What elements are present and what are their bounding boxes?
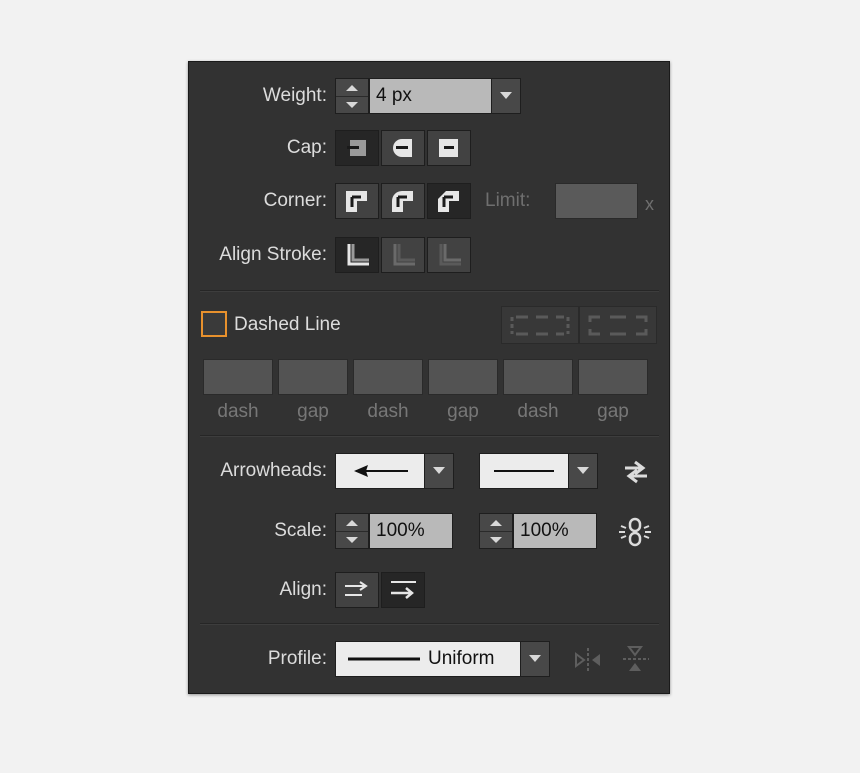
butt-cap-icon	[347, 140, 366, 156]
arrow-place-button[interactable]	[381, 572, 425, 608]
end-arrowhead-dropdown[interactable]	[568, 453, 598, 489]
gap-input-3[interactable]	[578, 359, 648, 395]
profile-value: Uniform	[428, 648, 495, 669]
limit-input[interactable]	[555, 183, 638, 219]
align-label: Align:	[279, 579, 327, 600]
align-stroke-inside-button[interactable]	[381, 237, 425, 273]
stroke-panel: Weight: 4 px Cap: Corner: Limit: x Align…	[188, 61, 670, 694]
dash-input-2[interactable]	[353, 359, 423, 395]
scale-label: Scale:	[274, 520, 327, 541]
dash-align-corners-icon	[588, 315, 648, 336]
spinner-down-icon[interactable]	[480, 532, 512, 549]
arrow-place-icon	[391, 581, 416, 599]
limit-suffix: x	[645, 194, 654, 214]
spinner-up-icon[interactable]	[336, 79, 368, 97]
weight-spinner[interactable]	[335, 78, 369, 114]
round-cap-button[interactable]	[381, 130, 425, 166]
miter-join-icon	[346, 191, 367, 212]
separator	[200, 290, 659, 292]
chevron-down-icon	[433, 467, 445, 474]
uniform-profile-line-icon	[348, 657, 420, 661]
flip-vertical-icon[interactable]	[621, 644, 651, 674]
dash-align-corners-button[interactable]	[579, 306, 657, 344]
spinner-up-icon[interactable]	[480, 514, 512, 532]
round-cap-icon	[393, 139, 412, 157]
spinner-down-icon[interactable]	[336, 97, 368, 114]
arrowheads-label: Arrowheads:	[220, 460, 327, 481]
profile-select[interactable]: Uniform	[335, 641, 521, 677]
swap-arrowheads-icon[interactable]	[621, 460, 651, 484]
corner-label: Corner:	[263, 190, 327, 211]
gap-label-1: gap	[297, 401, 329, 422]
start-arrowhead-select[interactable]	[335, 453, 425, 489]
projecting-cap-button[interactable]	[427, 130, 471, 166]
align-inside-icon	[393, 244, 415, 266]
profile-label: Profile:	[267, 648, 327, 669]
cap-label: Cap:	[286, 137, 327, 158]
weight-label: Weight:	[262, 85, 327, 106]
separator	[200, 435, 659, 437]
gap-label-3: gap	[597, 401, 629, 422]
gap-label-2: gap	[447, 401, 479, 422]
projecting-cap-icon	[439, 139, 458, 157]
dash-label-3: dash	[517, 401, 559, 422]
link-scale-icon[interactable]	[617, 515, 653, 549]
bevel-join-icon	[438, 191, 459, 212]
gap-input-2[interactable]	[428, 359, 498, 395]
round-join-icon	[392, 191, 413, 212]
arrow-extend-icon	[345, 581, 368, 596]
flip-horizontal-icon[interactable]	[573, 646, 603, 674]
line-icon	[494, 470, 554, 472]
dash-input-1[interactable]	[203, 359, 273, 395]
start-scale-spinner[interactable]	[335, 513, 369, 549]
profile-dropdown[interactable]	[520, 641, 550, 677]
dash-input-3[interactable]	[503, 359, 573, 395]
chevron-down-icon	[529, 655, 541, 662]
round-join-button[interactable]	[381, 183, 425, 219]
dash-preserve-icon	[510, 315, 570, 336]
chevron-down-icon	[577, 467, 589, 474]
spinner-down-icon[interactable]	[336, 532, 368, 549]
align-stroke-center-button[interactable]	[335, 237, 379, 273]
dashed-line-checkbox[interactable]	[201, 311, 227, 337]
weight-input[interactable]: 4 px	[369, 78, 492, 114]
miter-join-button[interactable]	[335, 183, 379, 219]
butt-cap-button[interactable]	[335, 130, 379, 166]
end-scale-input[interactable]: 100%	[513, 513, 597, 549]
separator	[200, 623, 659, 625]
dash-label-2: dash	[367, 401, 409, 422]
start-arrowhead-dropdown[interactable]	[424, 453, 454, 489]
dashed-line-label: Dashed Line	[234, 314, 341, 335]
spinner-up-icon[interactable]	[336, 514, 368, 532]
dash-preserve-button[interactable]	[501, 306, 579, 344]
align-stroke-label: Align Stroke:	[219, 244, 327, 265]
weight-dropdown-button[interactable]	[491, 78, 521, 114]
arrow-extend-button[interactable]	[335, 572, 379, 608]
dash-label-1: dash	[217, 401, 259, 422]
gap-input-1[interactable]	[278, 359, 348, 395]
align-outside-icon	[439, 244, 461, 266]
arrow-left-icon	[354, 465, 408, 477]
align-center-icon	[347, 244, 369, 266]
chevron-down-icon	[500, 92, 512, 99]
bevel-join-button[interactable]	[427, 183, 471, 219]
start-scale-input[interactable]: 100%	[369, 513, 453, 549]
end-scale-spinner[interactable]	[479, 513, 513, 549]
limit-label: Limit:	[485, 190, 531, 211]
align-stroke-outside-button[interactable]	[427, 237, 471, 273]
end-arrowhead-select[interactable]	[479, 453, 569, 489]
